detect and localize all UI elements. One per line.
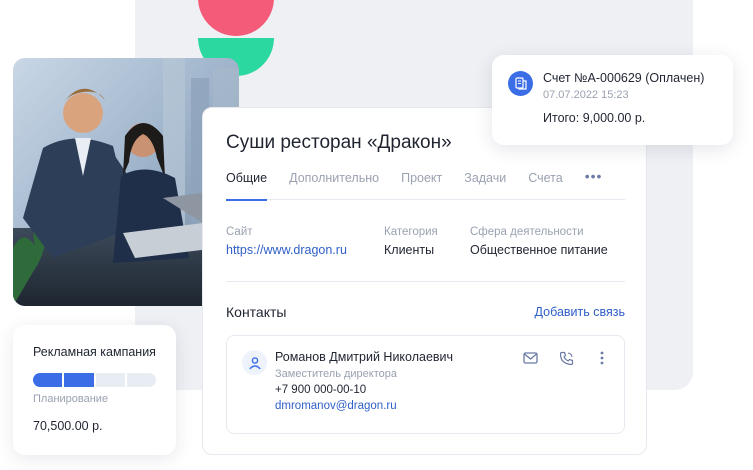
contact-card[interactable]: Романов Дмитрий Николаевич Заместитель д… (226, 335, 625, 434)
contact-actions (522, 350, 610, 366)
sphere-field: Сфера деятельности Общественное питание (470, 226, 608, 257)
divider (226, 281, 625, 282)
campaign-card[interactable]: Рекламная кампания Планирование 70,500.0… (13, 325, 176, 455)
tab-invoices[interactable]: Счета (528, 168, 562, 200)
progress-segment (64, 373, 94, 387)
tab-tasks[interactable]: Задачи (464, 168, 506, 200)
contact-email[interactable]: dmromanov@dragon.ru (275, 400, 624, 412)
campaign-amount: 70,500.00 р. (33, 419, 103, 433)
company-tabs: Общие Дополнительно Проект Задачи Счета … (226, 168, 625, 201)
contact-role: Заместитель директора (275, 368, 397, 380)
site-link[interactable]: https://www.dragon.ru (226, 243, 384, 257)
invoice-date: 07.07.2022 15:23 (543, 89, 629, 101)
invoice-card[interactable]: Счет №А-000629 (Оплачен) 07.07.2022 15:2… (492, 55, 733, 145)
progress-segment (33, 373, 63, 387)
site-field: Сайт https://www.dragon.ru (226, 226, 384, 257)
sphere-value: Общественное питание (470, 243, 608, 257)
invoice-title: Счет №А-000629 (Оплачен) (543, 71, 705, 85)
contact-phone[interactable]: +7 900 000-00-10 (275, 384, 624, 396)
contacts-header: Контакты Добавить связь (226, 304, 625, 320)
campaign-progress-bar (33, 373, 156, 387)
sphere-label: Сфера деятельности (470, 226, 584, 238)
company-info: Сайт https://www.dragon.ru Категория Кли… (226, 226, 624, 257)
progress-segment (95, 373, 125, 387)
invoice-total: Итого: 9,000.00 р. (543, 111, 646, 125)
tab-project[interactable]: Проект (401, 168, 442, 200)
category-label: Категория (384, 226, 438, 238)
tab-additional[interactable]: Дополнительно (289, 168, 379, 200)
progress-segment (126, 373, 156, 387)
category-field: Категория Клиенты (384, 226, 470, 257)
person-icon (242, 350, 267, 375)
campaign-title: Рекламная кампания (33, 345, 156, 359)
tabs-more-icon[interactable]: ••• (585, 168, 603, 200)
category-value: Клиенты (384, 243, 435, 257)
contacts-title: Контакты (226, 304, 287, 320)
company-card: Суши ресторан «Дракон» Общие Дополнитель… (202, 107, 647, 455)
more-vertical-icon[interactable] (594, 350, 610, 366)
site-label: Сайт (226, 226, 253, 238)
add-link-button[interactable]: Добавить связь (535, 305, 625, 319)
campaign-stage: Планирование (33, 393, 109, 405)
phone-icon[interactable] (558, 350, 574, 366)
tab-general[interactable]: Общие (226, 168, 268, 201)
mail-icon[interactable] (522, 350, 538, 366)
document-icon (508, 71, 533, 96)
